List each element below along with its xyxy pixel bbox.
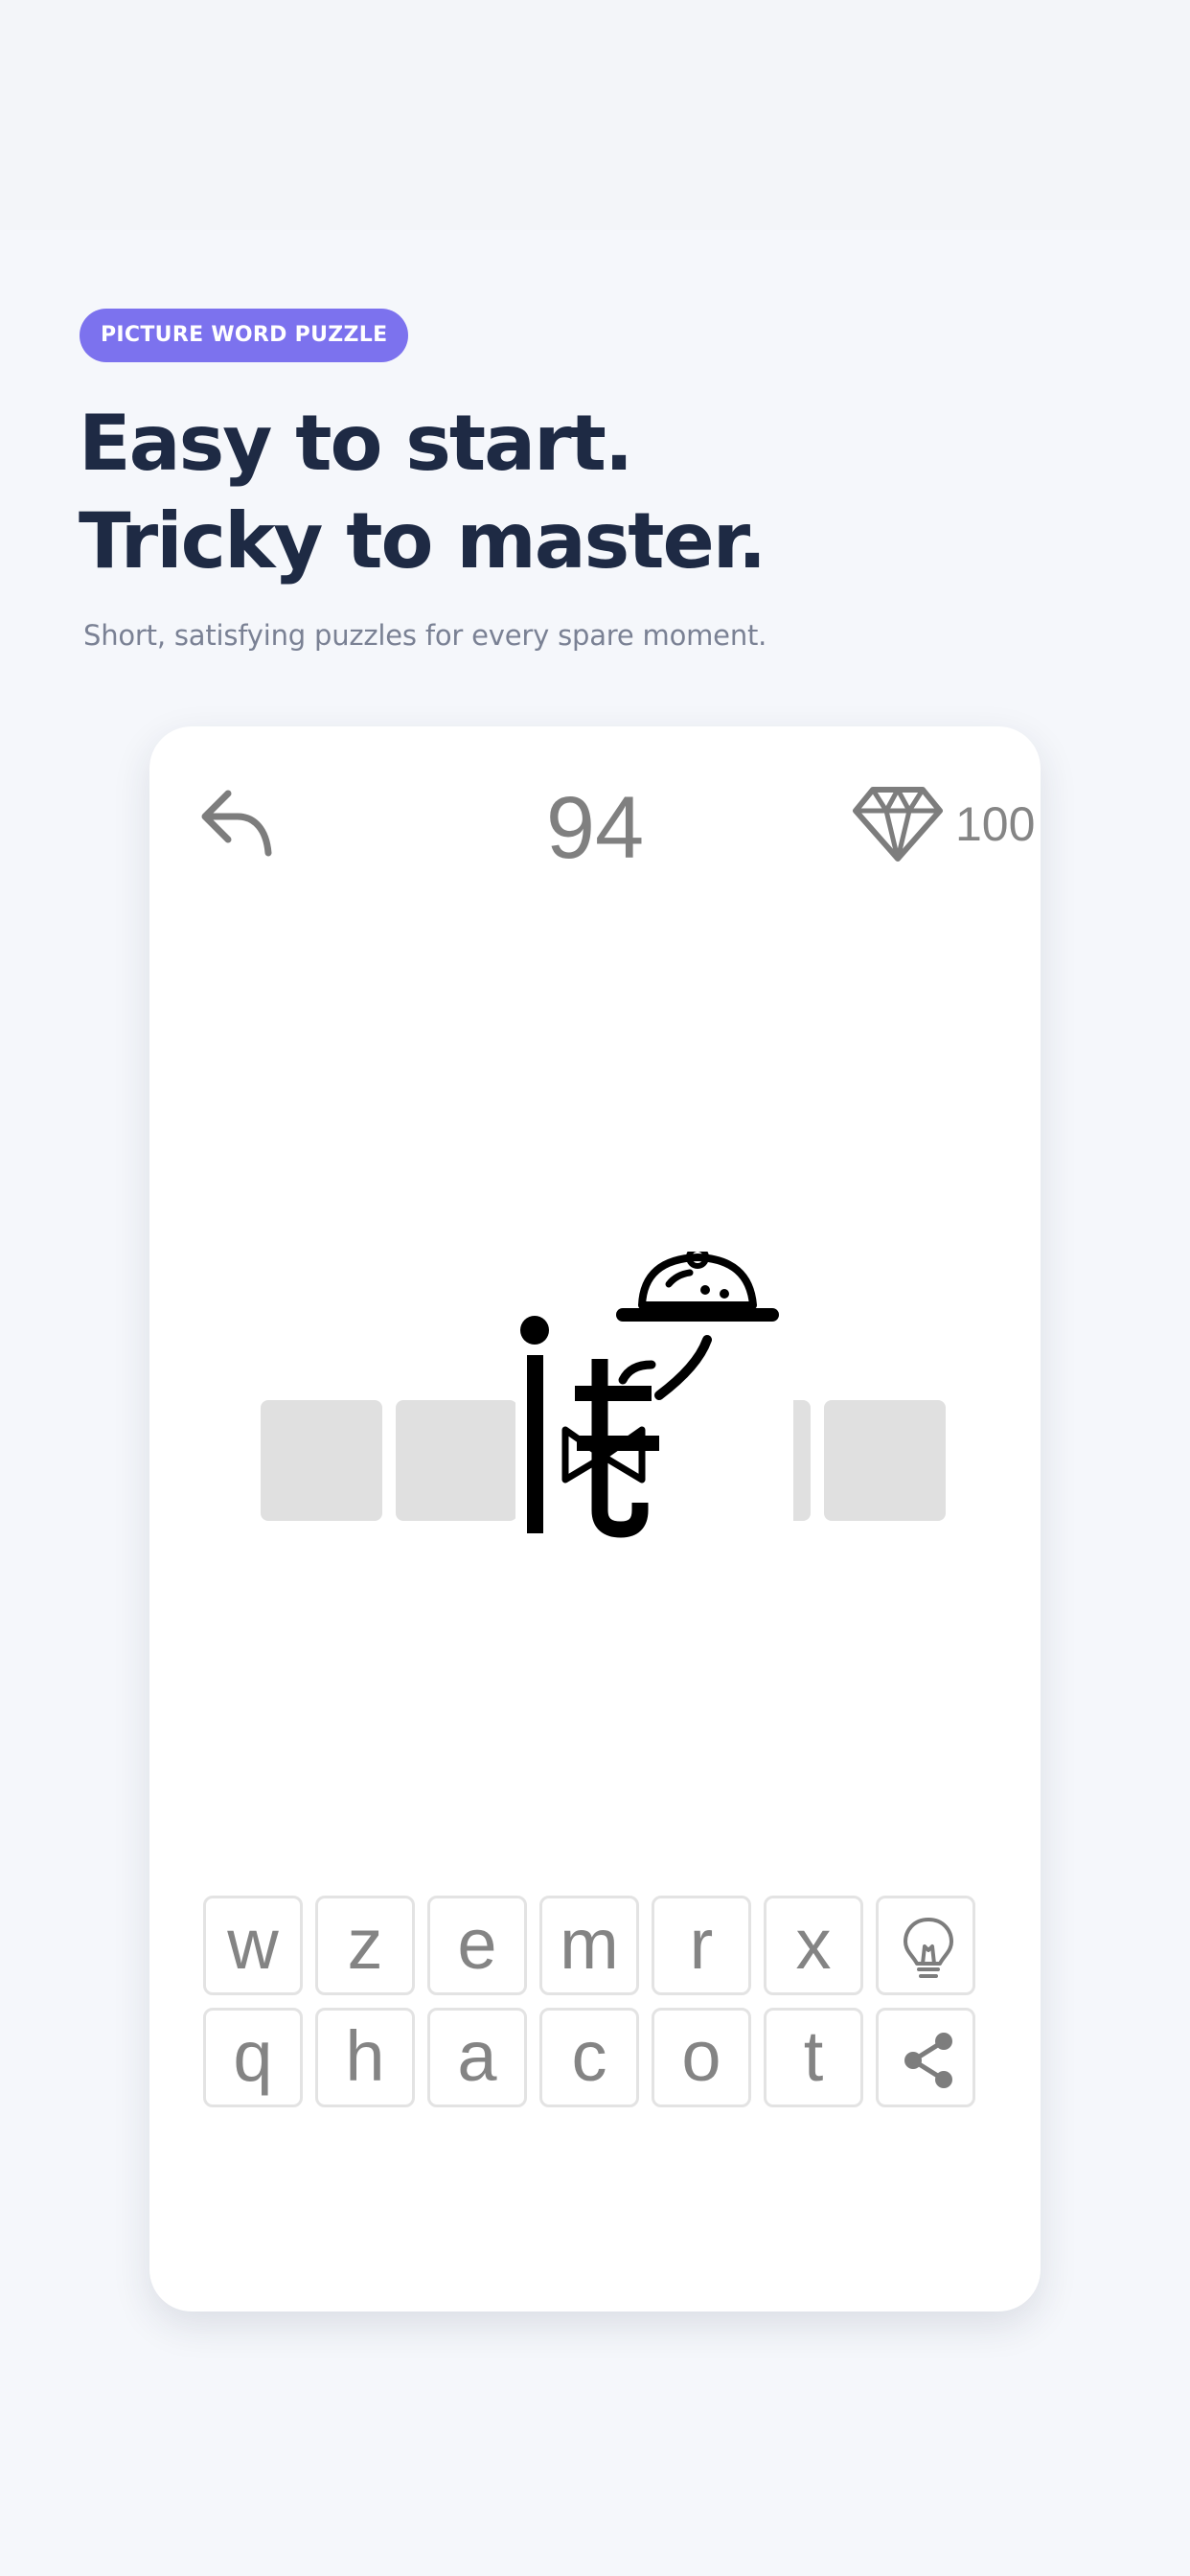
letter-key[interactable]: h: [315, 2008, 415, 2107]
letter-key[interactable]: t: [764, 2008, 863, 2107]
clue-picture: [515, 1252, 793, 1539]
share-icon: [904, 2033, 952, 2088]
letter-key[interactable]: q: [203, 2008, 303, 2107]
letter-key[interactable]: x: [764, 1896, 863, 1995]
diamond-icon: [853, 787, 943, 862]
gem-count: 100: [955, 797, 1036, 851]
subheadline: Short, satisfying puzzles for every spar…: [83, 619, 767, 652]
letter-key[interactable]: m: [539, 1896, 639, 1995]
answer-slot-6[interactable]: [824, 1400, 946, 1521]
game-screen-card: 94 100 w z e m r x q h a c o t: [149, 726, 1041, 2312]
top-band: [0, 0, 1190, 230]
letter-key[interactable]: c: [539, 2008, 639, 2107]
answer-slot-2[interactable]: [396, 1400, 517, 1521]
lightbulb-icon: [904, 1918, 953, 1978]
letter-key[interactable]: w: [203, 1896, 303, 1995]
hint-button[interactable]: [876, 1896, 975, 1995]
answer-slot-1[interactable]: [261, 1400, 382, 1521]
headline-line-1: Easy to start.: [79, 399, 633, 488]
category-badge: PICTURE WORD PUZZLE: [80, 309, 409, 362]
headline: Easy to start. Tricky to master.: [79, 395, 767, 590]
share-button[interactable]: [876, 2008, 975, 2107]
letter-key[interactable]: z: [315, 1896, 415, 1995]
letter-key[interactable]: e: [427, 1896, 527, 1995]
letter-key[interactable]: o: [652, 2008, 751, 2107]
letter-key[interactable]: a: [427, 2008, 527, 2107]
letter-key[interactable]: r: [652, 1896, 751, 1995]
headline-line-2: Tricky to master.: [79, 496, 767, 586]
